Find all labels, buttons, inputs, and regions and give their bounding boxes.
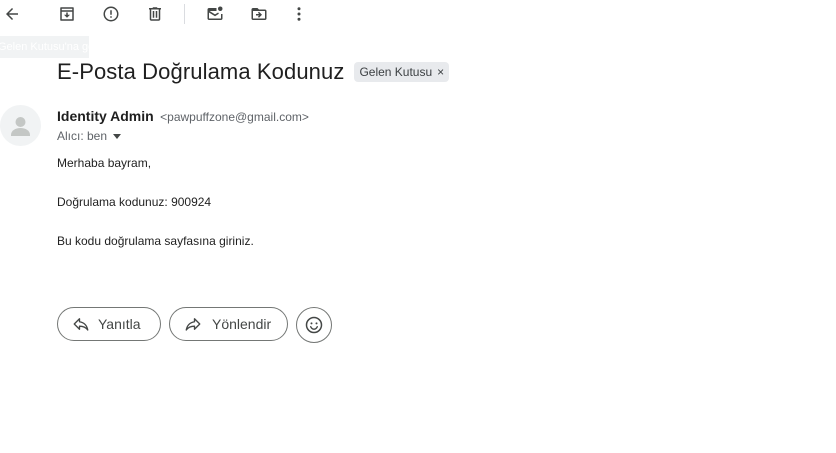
body-greeting: Merhaba bayram, xyxy=(57,156,152,170)
emoji-reaction-button[interactable] xyxy=(296,307,332,343)
email-subject: E-Posta Doğrulama Kodunuz xyxy=(57,59,345,84)
back-tooltip: Gelen Kutusu'na geri dön xyxy=(0,36,89,58)
more-vert-icon xyxy=(297,7,301,21)
message-toolbar xyxy=(0,0,836,28)
back-button[interactable] xyxy=(0,2,24,26)
forward-button[interactable]: Yönlendir xyxy=(169,307,288,341)
toolbar-divider xyxy=(184,4,185,24)
delete-button[interactable] xyxy=(143,2,167,26)
recipient-text: Alıcı: ben xyxy=(57,129,108,143)
forward-label: Yönlendir xyxy=(212,316,272,332)
reply-label: Yanıtla xyxy=(98,316,141,332)
sender-email: <pawpuffzone@gmail.com> xyxy=(160,110,309,124)
emoji-icon xyxy=(305,316,323,334)
sender-avatar[interactable] xyxy=(0,105,41,146)
subject-row: E-Posta Doğrulama Kodunuz Gelen Kutusu × xyxy=(57,58,450,86)
body-code-line: Doğrulama kodunuz: 900924 xyxy=(57,195,212,209)
sender-name[interactable]: Identity Admin xyxy=(57,108,154,124)
forward-icon xyxy=(185,318,201,331)
move-to-button[interactable] xyxy=(247,2,271,26)
person-icon xyxy=(11,117,30,136)
reply-icon xyxy=(73,318,89,331)
sender-line: Identity Admin <pawpuffzone@gmail.com> xyxy=(57,108,309,126)
mark-unread-icon xyxy=(207,6,223,20)
remove-label-icon[interactable]: × xyxy=(437,65,444,79)
move-to-icon xyxy=(251,8,267,20)
back-arrow-icon xyxy=(6,8,18,20)
delete-icon xyxy=(149,7,161,21)
recipient-line: Alıcı: ben xyxy=(57,129,122,143)
report-spam-button[interactable] xyxy=(99,2,123,26)
body-instruction: Bu kodu doğrulama sayfasına giriniz. xyxy=(57,234,254,248)
label-chip-text: Gelen Kutusu xyxy=(359,65,433,79)
more-options-button[interactable] xyxy=(287,2,311,26)
mark-unread-button[interactable] xyxy=(203,2,227,26)
archive-icon xyxy=(60,7,74,21)
show-details-caret-icon[interactable] xyxy=(113,133,122,139)
inbox-label-chip[interactable]: Gelen Kutusu × xyxy=(354,62,450,82)
reply-button[interactable]: Yanıtla xyxy=(57,307,161,341)
archive-button[interactable] xyxy=(55,2,79,26)
report-spam-icon xyxy=(103,6,119,22)
